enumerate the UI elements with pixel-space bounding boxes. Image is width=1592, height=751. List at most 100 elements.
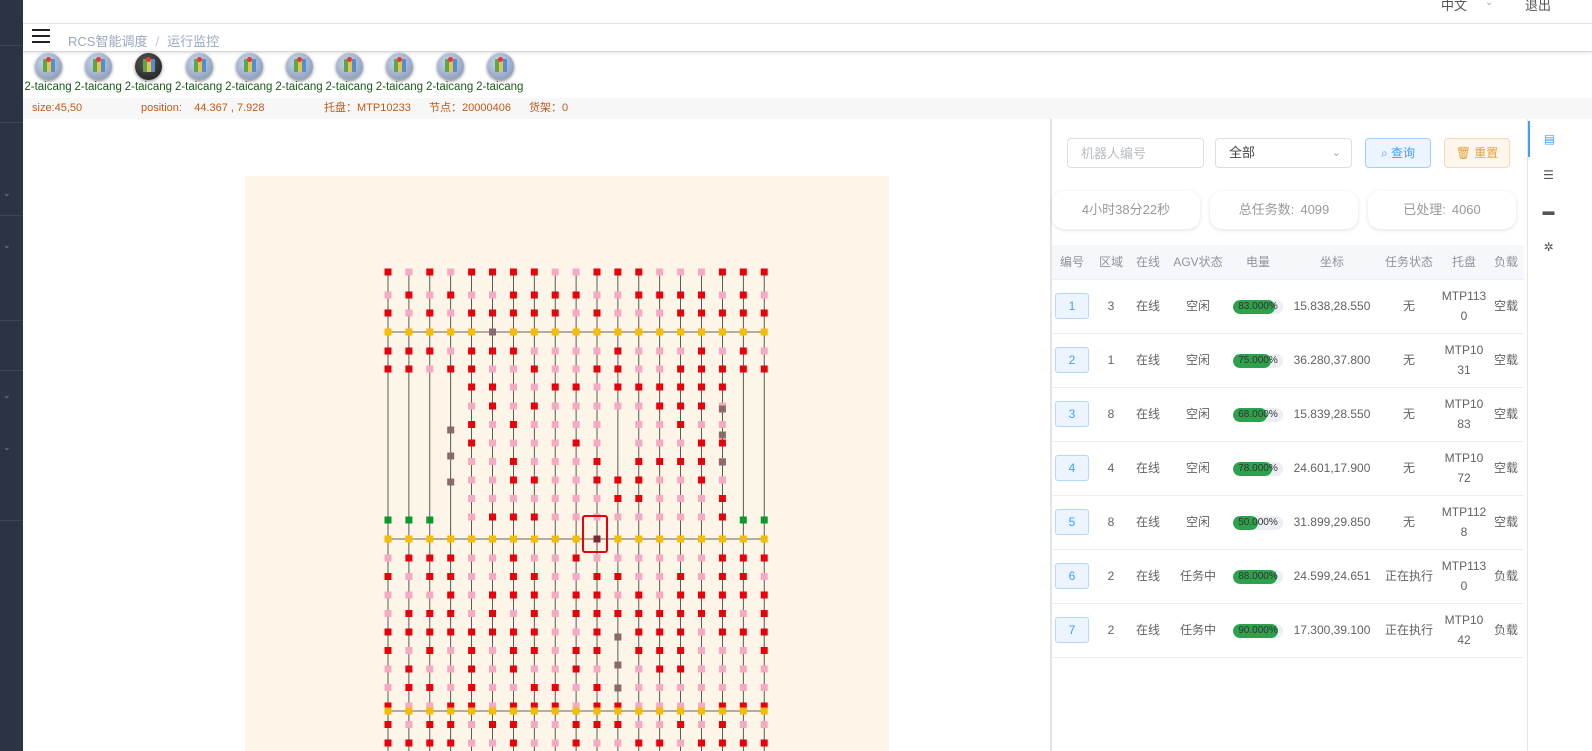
- lane-node[interactable]: [509, 707, 517, 715]
- rack-slot[interactable]: [656, 365, 664, 373]
- rack-slot[interactable]: [760, 721, 768, 728]
- rack-slot[interactable]: [739, 554, 747, 562]
- rack-slot[interactable]: [405, 684, 413, 691]
- lane-node[interactable]: [572, 535, 580, 543]
- rack-slot[interactable]: [718, 554, 726, 562]
- map-button[interactable]: 2-taicang: [123, 52, 173, 98]
- id-cell[interactable]: 6: [1052, 549, 1092, 604]
- rack-slot[interactable]: [551, 554, 559, 562]
- lane-node[interactable]: [530, 535, 538, 543]
- rack-slot[interactable]: [572, 721, 580, 728]
- rack-slot[interactable]: [530, 476, 538, 484]
- rack-slot[interactable]: [551, 573, 559, 580]
- rack-slot[interactable]: [405, 347, 413, 355]
- lane-node[interactable]: [509, 535, 517, 543]
- rack-slot[interactable]: [384, 309, 392, 317]
- rack-slot[interactable]: [489, 721, 496, 728]
- rack-slot[interactable]: [677, 458, 685, 465]
- rack-slot[interactable]: [718, 291, 726, 299]
- rack-slot[interactable]: [572, 291, 580, 299]
- rack-slot[interactable]: [551, 421, 559, 428]
- rack-slot[interactable]: [760, 291, 768, 299]
- rack-slot[interactable]: [614, 721, 622, 728]
- sidebar-item[interactable]: [0, 122, 23, 152]
- lane-node[interactable]: [760, 535, 768, 543]
- rack-slot[interactable]: [426, 665, 434, 673]
- rack-slot[interactable]: [447, 268, 455, 276]
- rack-slot[interactable]: [656, 439, 664, 447]
- rack-slot[interactable]: [635, 402, 643, 410]
- rack-slot[interactable]: [551, 476, 559, 484]
- rack-slot[interactable]: [489, 476, 496, 484]
- rack-slot[interactable]: [551, 383, 559, 391]
- rack-slot[interactable]: [593, 610, 601, 617]
- rack-slot[interactable]: [677, 347, 685, 355]
- rack-slot[interactable]: [468, 402, 476, 410]
- lane-node[interactable]: [656, 328, 664, 336]
- rack-slot[interactable]: [509, 383, 517, 391]
- rack-slot[interactable]: [718, 421, 726, 428]
- rack-slot[interactable]: [426, 573, 434, 580]
- rack-slot[interactable]: [698, 721, 705, 728]
- lane-node[interactable]: [426, 535, 434, 543]
- special-node[interactable]: [614, 661, 622, 669]
- settings-icon[interactable]: ✲: [1528, 229, 1569, 265]
- rack-slot[interactable]: [426, 365, 434, 373]
- rack-slot[interactable]: [656, 573, 664, 580]
- rack-slot[interactable]: [384, 628, 392, 636]
- rack-slot[interactable]: [530, 421, 538, 428]
- rack-slot[interactable]: [718, 383, 726, 391]
- rack-slot[interactable]: [489, 684, 496, 691]
- lane-node[interactable]: [468, 328, 476, 336]
- map-canvas[interactable]: [245, 176, 889, 751]
- rack-slot[interactable]: [698, 591, 705, 599]
- rack-slot[interactable]: [468, 739, 476, 747]
- lane-node[interactable]: [447, 535, 455, 543]
- rack-slot[interactable]: [530, 365, 538, 373]
- lane-node[interactable]: [760, 707, 768, 715]
- rack-slot[interactable]: [447, 721, 455, 728]
- rack-slot[interactable]: [656, 495, 664, 502]
- charger-node[interactable]: [384, 516, 392, 524]
- robot-id-input[interactable]: [1067, 138, 1204, 168]
- rack-slot[interactable]: [698, 647, 705, 654]
- rack-slot[interactable]: [593, 684, 601, 691]
- rack-slot[interactable]: [530, 684, 538, 691]
- rack-slot[interactable]: [384, 554, 392, 562]
- rack-slot[interactable]: [593, 647, 601, 654]
- rack-slot[interactable]: [614, 591, 622, 599]
- rack-slot[interactable]: [698, 383, 705, 391]
- rack-slot[interactable]: [593, 628, 601, 636]
- rack-slot[interactable]: [509, 402, 517, 410]
- rack-slot[interactable]: [530, 347, 538, 355]
- rack-slot[interactable]: [635, 573, 643, 580]
- rack-slot[interactable]: [635, 495, 643, 502]
- rack-slot[interactable]: [739, 684, 747, 691]
- rack-slot[interactable]: [698, 476, 705, 484]
- id-cell[interactable]: 3: [1052, 387, 1092, 442]
- id-cell[interactable]: 5: [1052, 495, 1092, 550]
- rack-slot[interactable]: [489, 365, 496, 373]
- rack-slot[interactable]: [677, 647, 685, 654]
- rack-slot[interactable]: [718, 665, 726, 673]
- rack-slot[interactable]: [698, 309, 705, 317]
- agv-id-button[interactable]: 3: [1055, 401, 1089, 427]
- rack-slot[interactable]: [572, 347, 580, 355]
- selected-agv-marker[interactable]: [582, 515, 608, 553]
- rack-slot[interactable]: [551, 665, 559, 673]
- rack-slot[interactable]: [718, 513, 726, 521]
- rack-slot[interactable]: [718, 573, 726, 580]
- lane-node[interactable]: [509, 328, 517, 336]
- rack-slot[interactable]: [468, 383, 476, 391]
- rack-slot[interactable]: [405, 309, 413, 317]
- rack-slot[interactable]: [739, 591, 747, 599]
- rack-slot[interactable]: [509, 421, 517, 428]
- rack-slot[interactable]: [551, 458, 559, 465]
- id-cell[interactable]: 2: [1052, 333, 1092, 388]
- rack-slot[interactable]: [677, 665, 685, 673]
- rack-slot[interactable]: [572, 309, 580, 317]
- rack-slot[interactable]: [760, 365, 768, 373]
- rack-slot[interactable]: [677, 591, 685, 599]
- rack-slot[interactable]: [530, 402, 538, 410]
- rack-slot[interactable]: [677, 402, 685, 410]
